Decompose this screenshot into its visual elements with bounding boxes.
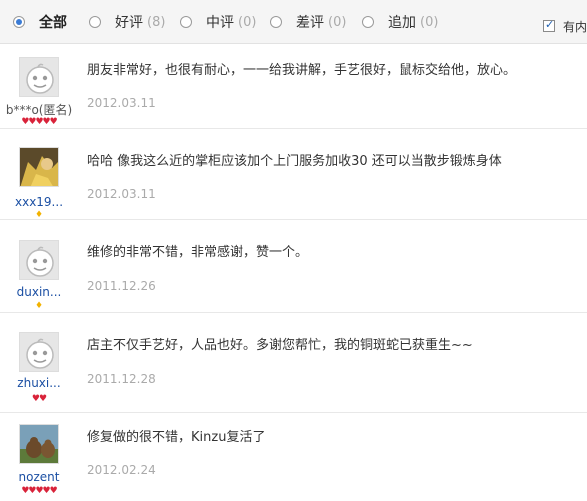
review-comment: 朋友非常好，也很有耐心，一一给我讲解，手艺很好，鼠标交给他，放心。 — [87, 63, 517, 78]
radio-icon[interactable] — [89, 16, 101, 28]
has-content-checkbox[interactable] — [543, 18, 555, 32]
filter-label: 好评 — [115, 15, 143, 31]
buyer-credit-hearts-icon: ♥♥♥♥♥ — [21, 486, 57, 496]
radio-checked-icon[interactable] — [13, 16, 25, 28]
review-date: 2012.02.24 — [87, 463, 156, 477]
filter-count: (8) — [147, 14, 166, 30]
review-comment: 店主不仅手艺好，人品也好。多谢您帮忙，我的铜斑蛇已获重生~~ — [87, 338, 473, 353]
default-avatar-icon[interactable] — [19, 57, 59, 97]
username[interactable]: zhuxi... — [0, 376, 78, 390]
filter-count: (0) — [420, 14, 439, 30]
radio-icon[interactable] — [270, 16, 282, 28]
username[interactable]: xxx19... — [0, 195, 78, 209]
filter-positive[interactable]: 好评 (8) — [89, 12, 165, 32]
filter-all[interactable]: 全部 — [13, 12, 67, 32]
filter-negative[interactable]: 差评 (0) — [270, 12, 346, 32]
buyer-credit-hearts-icon: ♥♥♥♥♥ — [21, 117, 57, 127]
review-item: b***o(匿名) ♥♥♥♥♥ 朋友非常好，也很有耐心，一一给我讲解，手艺很好，… — [0, 45, 587, 129]
filter-neutral[interactable]: 中评 (0) — [180, 12, 256, 32]
review-date: 2011.12.28 — [87, 372, 156, 386]
review-item: zhuxi... ♥♥ 店主不仅手艺好，人品也好。多谢您帮忙，我的铜斑蛇已获重生… — [0, 314, 587, 413]
review-item: xxx19... ♦ 哈哈 像我这么近的掌柜应该加个上门服务加收30 还可以当散… — [0, 130, 587, 220]
username[interactable]: nozent — [0, 470, 78, 484]
filter-count: (0) — [328, 14, 347, 30]
review-comment: 哈哈 像我这么近的掌柜应该加个上门服务加收30 还可以当散步锻炼身体 — [87, 154, 502, 169]
review-date: 2012.03.11 — [87, 187, 156, 201]
radio-icon[interactable] — [362, 16, 374, 28]
buyer-credit-hearts-icon: ♥♥ — [31, 394, 47, 404]
filter-label: 追加 — [388, 15, 416, 31]
review-item: duxin... ♦ 维修的非常不错，非常感谢，赞一个。 2011.12.26 — [0, 221, 587, 313]
filter-label: 差评 — [296, 15, 324, 31]
default-avatar-icon[interactable] — [19, 332, 59, 372]
filter-label: 全部 — [39, 15, 67, 31]
has-content-label: 有内 — [563, 20, 587, 34]
review-comment: 修复做的很不错，Kinzu复活了 — [87, 430, 266, 445]
review-comment: 维修的非常不错，非常感谢，赞一个。 — [87, 245, 309, 260]
buyer-credit-diamond-icon: ♦ — [34, 301, 44, 311]
photo-avatar-icon[interactable] — [19, 147, 59, 187]
review-date: 2012.03.11 — [87, 96, 156, 110]
review-item: nozent ♥♥♥♥♥ 修复做的很不错，Kinzu复活了 2012.02.24 — [0, 414, 587, 501]
radio-icon[interactable] — [180, 16, 192, 28]
filter-follow-up[interactable]: 追加 (0) — [362, 12, 438, 32]
review-date: 2011.12.26 — [87, 279, 156, 293]
default-avatar-icon[interactable] — [19, 240, 59, 280]
photo-avatar-icon[interactable] — [19, 424, 59, 464]
filter-label: 中评 — [206, 15, 234, 31]
buyer-credit-diamond-icon: ♦ — [34, 210, 44, 220]
rating-filter-bar: 全部 好评 (8) 中评 (0) 差评 (0) 追加 (0) 有内 — [0, 0, 587, 44]
username[interactable]: b***o(匿名) — [0, 101, 78, 118]
username[interactable]: duxin... — [0, 285, 78, 299]
filter-count: (0) — [238, 14, 257, 30]
